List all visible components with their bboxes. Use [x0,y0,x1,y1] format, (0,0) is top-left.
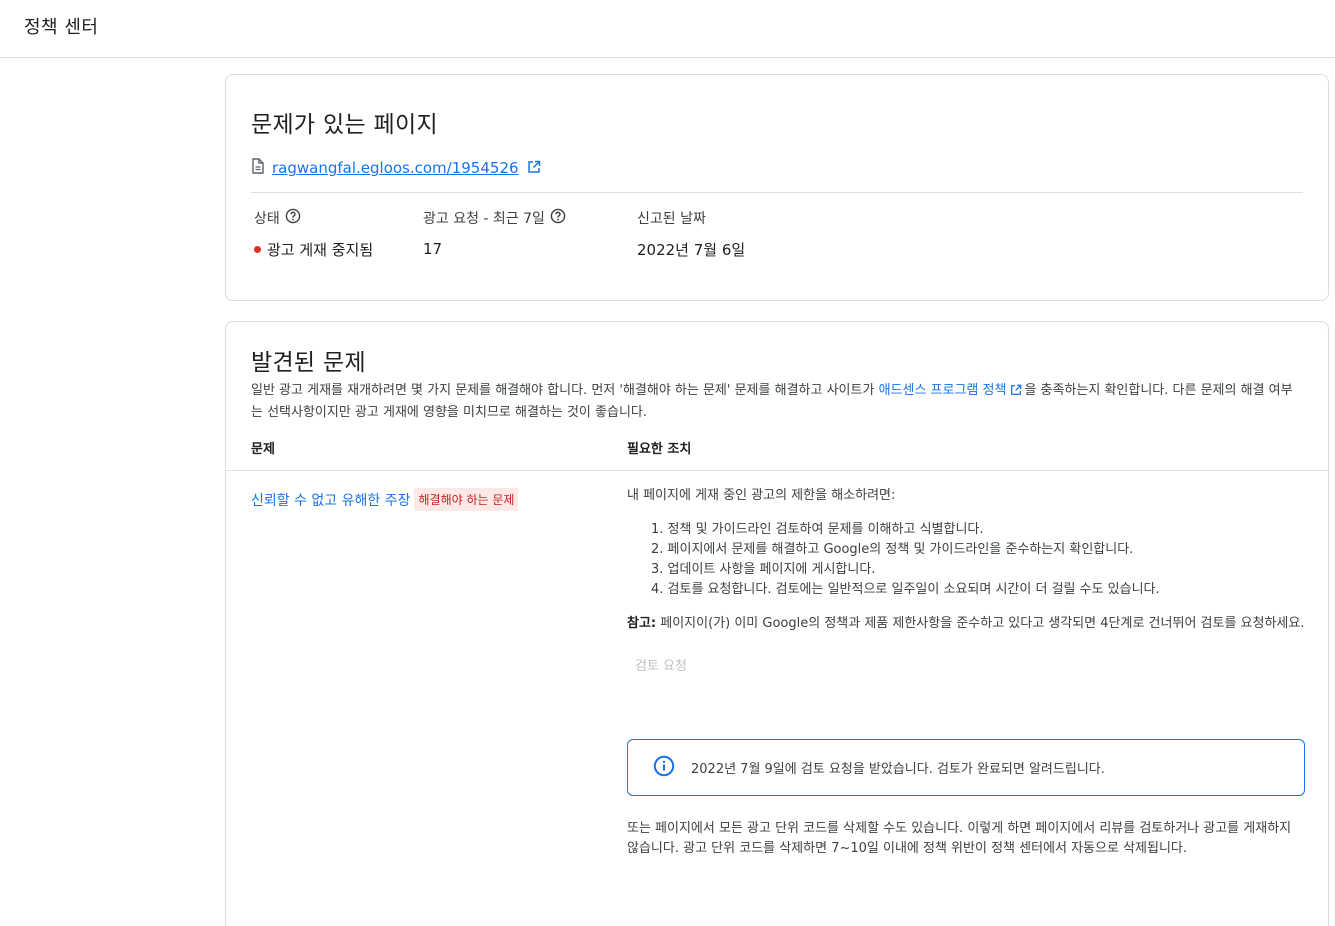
status-stat: 상태 광고 게재 중지됨 [254,208,373,259]
page-card: 문제가 있는 페이지 ragwangfal.egloos.com/1954526… [225,74,1329,301]
column-header-action: 필요한 조치 [627,442,692,457]
ad-requests-label: 광고 요청 - 최근 7일 [423,211,545,227]
action-note: 참고: 페이지이(가) 이미 Google의 정책과 제품 제한사항을 준수하고… [627,614,1307,634]
note-label: 참고: [627,616,657,631]
page-url-link[interactable]: ragwangfal.egloos.com/1954526 [272,159,519,177]
ad-requests-value: 17 [423,240,443,258]
table-header-divider [226,470,1328,471]
list-item: 3. 업데이트 사항을 페이지에 게시합니다. [651,562,876,577]
reported-date-stat: 신고된 날짜 2022년 7월 6일 [637,208,745,259]
adsense-policy-link[interactable]: 애드센스 프로그램 정책 [879,383,1007,398]
issue-link[interactable]: 신뢰할 수 없고 유해한 주장 [251,490,410,510]
action-steps: 1. 정책 및 가이드라인 검토하여 문제를 이해하고 식별합니다. 2. 페이… [651,520,1307,600]
action-intro: 내 페이지에 게재 중인 광고의 제한을 해소하려면: [627,488,896,503]
list-item: 4. 검토를 요청합니다. 검토에는 일반적으로 일주일이 소요되며 시간이 더… [651,582,1160,597]
help-icon[interactable] [550,208,566,228]
document-icon [251,158,265,178]
status-label: 상태 [254,211,280,227]
page-card-title: 문제가 있는 페이지 [251,112,438,138]
list-item: 1. 정책 및 가이드라인 검토하여 문제를 이해하고 식별합니다. [651,522,984,537]
open-in-new-icon[interactable] [527,159,541,178]
issue-row-name: 신뢰할 수 없고 유해한 주장 해결해야 하는 문제 [251,488,519,511]
note-text: 페이지이(가) 이미 Google의 정책과 제품 제한사항을 준수하고 있다고… [656,616,1305,631]
help-icon[interactable] [285,208,301,228]
top-bar: 정책 센터 [0,0,1335,58]
issues-description: 일반 광고 게재를 재개하려면 몇 가지 문제를 해결해야 합니다. 먼저 '해… [251,383,1293,420]
app-title: 정책 센터 [24,17,99,38]
page-url-row: ragwangfal.egloos.com/1954526 [251,158,541,178]
open-in-new-icon[interactable] [1010,383,1022,403]
status-value: 광고 게재 중지됨 [267,240,374,259]
review-info-text: 2022년 7월 9일에 검토 요청을 받았습니다. 검토가 완료되면 알려드립… [691,762,1105,777]
alternative-action-text: 또는 페이지에서 모든 광고 단위 코드를 삭제할 수도 있습니다. 이렇게 하… [627,821,1292,856]
request-review-button[interactable]: 검토 요청 [635,656,687,678]
ad-requests-stat: 광고 요청 - 최근 7일 17 [423,208,566,259]
reported-date-label: 신고된 날짜 [637,211,706,227]
status-dot-icon [254,245,261,253]
info-icon [653,755,675,781]
required-action: 내 페이지에 게재 중인 광고의 제한을 해소하려면: 1. 정책 및 가이드라… [627,486,1307,678]
page-card-divider [251,192,1303,193]
reported-date-value: 2022년 7월 6일 [637,240,746,259]
list-item: 2. 페이지에서 문제를 해결하고 Google의 정책 및 가이드라인을 준수… [651,542,1134,557]
review-info-box: 2022년 7월 9일에 검토 요청을 받았습니다. 검토가 완료되면 알려드립… [627,739,1305,796]
issues-card: 발견된 문제 일반 광고 게재를 재개하려면 몇 가지 문제를 해결해야 합니다… [225,321,1329,926]
issues-card-title: 발견된 문제 [251,350,366,376]
must-fix-badge: 해결해야 하는 문제 [414,488,519,511]
column-header-issue: 문제 [251,442,275,457]
